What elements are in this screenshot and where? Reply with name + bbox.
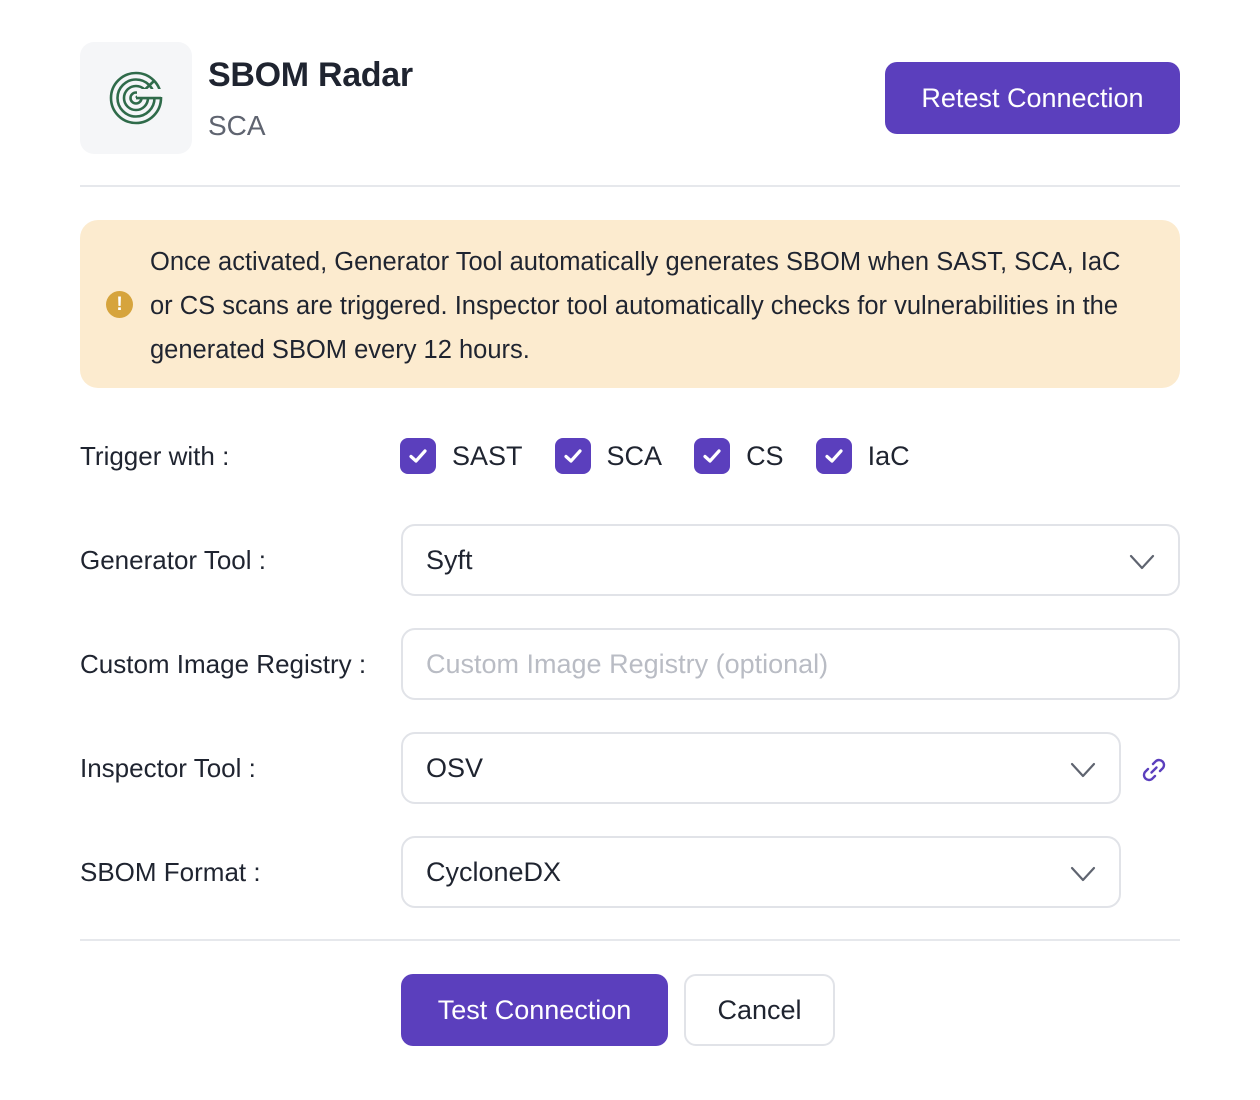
trigger-option-sast[interactable]: SAST bbox=[400, 438, 523, 474]
custom-registry-field[interactable] bbox=[401, 628, 1180, 700]
custom-registry-input[interactable] bbox=[426, 648, 1178, 680]
chevron-down-icon bbox=[1129, 554, 1155, 570]
inspector-tool-label: Inspector Tool : bbox=[80, 753, 256, 783]
checkbox-cs[interactable] bbox=[694, 438, 731, 474]
test-connection-button[interactable]: Test Connection bbox=[401, 974, 668, 1046]
trigger-label: Trigger with : bbox=[80, 441, 230, 471]
exclamation-icon: ! bbox=[106, 291, 133, 318]
integration-header: SBOM Radar SCA Retest Connection bbox=[80, 42, 1180, 154]
sbom-format-select[interactable]: CycloneDX bbox=[401, 836, 1121, 908]
custom-registry-label: Custom Image Registry : bbox=[80, 649, 367, 679]
generator-tool-select[interactable]: Syft bbox=[401, 524, 1180, 596]
checkbox-iac[interactable] bbox=[815, 438, 852, 474]
checkmark-icon bbox=[409, 449, 427, 463]
trigger-checkbox-group: SAST SCA CS IaC bbox=[400, 436, 942, 476]
integration-title: SBOM Radar bbox=[208, 56, 413, 94]
checkbox-label-cs: CS bbox=[746, 440, 784, 471]
integration-category: SCA bbox=[208, 110, 266, 141]
checkbox-sast[interactable] bbox=[400, 438, 436, 474]
checkbox-label-sca: SCA bbox=[606, 440, 663, 471]
trigger-option-sca[interactable]: SCA bbox=[554, 438, 663, 474]
footer-divider bbox=[80, 939, 1180, 941]
generator-tool-label: Generator Tool : bbox=[80, 545, 266, 575]
chevron-down-icon bbox=[1070, 866, 1096, 882]
generator-tool-value: Syft bbox=[426, 544, 473, 575]
radar-icon bbox=[109, 71, 163, 125]
checkbox-label-sast: SAST bbox=[452, 440, 523, 471]
integration-logo bbox=[80, 42, 192, 154]
inspector-tool-select[interactable]: OSV bbox=[401, 732, 1121, 804]
cancel-button[interactable]: Cancel bbox=[684, 974, 835, 1046]
sbom-format-value: CycloneDX bbox=[426, 856, 562, 887]
link-icon[interactable] bbox=[1138, 754, 1170, 786]
trigger-option-cs[interactable]: CS bbox=[694, 438, 784, 474]
retest-connection-button[interactable]: Retest Connection bbox=[885, 62, 1180, 134]
checkbox-sca[interactable] bbox=[554, 438, 591, 474]
info-notice: ! Once activated, Generator Tool automat… bbox=[80, 220, 1180, 388]
checkbox-label-iac: IaC bbox=[867, 440, 910, 471]
sbom-format-label: SBOM Format : bbox=[80, 857, 261, 887]
checkmark-icon bbox=[563, 449, 582, 463]
chevron-down-icon bbox=[1070, 762, 1096, 778]
header-divider bbox=[80, 185, 1180, 187]
inspector-tool-value: OSV bbox=[426, 752, 484, 783]
checkmark-icon bbox=[824, 449, 843, 463]
notice-text: Once activated, Generator Tool automatic… bbox=[150, 248, 1121, 364]
checkmark-icon bbox=[703, 449, 721, 463]
trigger-option-iac[interactable]: IaC bbox=[815, 438, 910, 474]
